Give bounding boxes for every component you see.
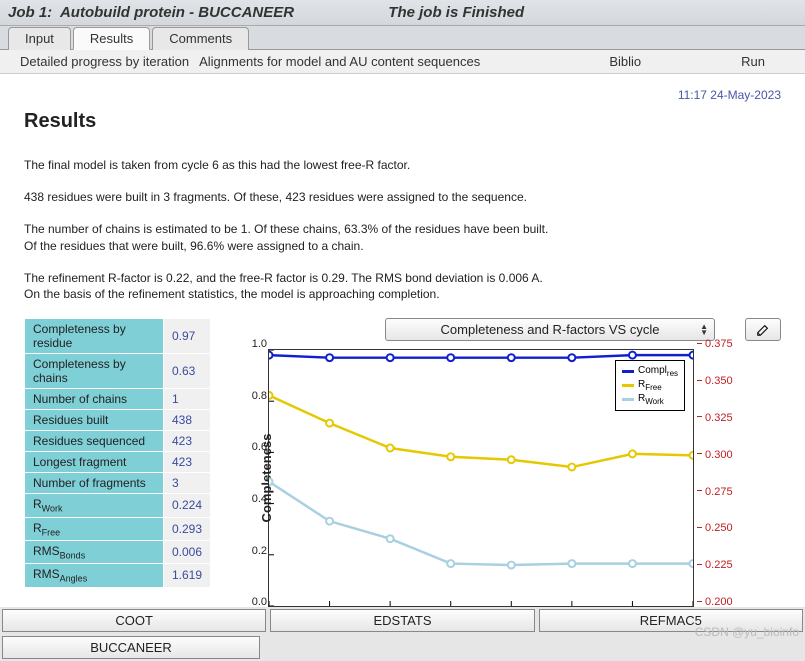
paragraph: The final model is taken from cycle 6 as… (24, 157, 781, 173)
buccaneer-button[interactable]: BUCCANEER (2, 636, 260, 659)
stat-label: Residues built (25, 410, 164, 431)
table-row: Completeness by residue0.97 (25, 319, 211, 354)
table-row: Residues built438 (25, 410, 211, 431)
pencil-icon (756, 323, 770, 337)
edstats-button[interactable]: EDSTATS (270, 609, 534, 632)
content-panel: 11:17 24-May-2023 Results The final mode… (0, 74, 805, 626)
stat-value: 0.97 (164, 319, 211, 354)
tab-bar: Input Results Comments (0, 26, 805, 50)
table-row: RWork0.224 (25, 494, 211, 517)
table-row: Number of chains1 (25, 389, 211, 410)
stat-label: Completeness by chains (25, 354, 164, 389)
paragraph: The number of chains is estimated to be … (24, 221, 781, 253)
job-name: Autobuild protein - BUCCANEER (60, 4, 294, 21)
job-status: The job is Finished (388, 4, 524, 21)
stat-value: 0.293 (164, 517, 211, 540)
stat-label: Number of chains (25, 389, 164, 410)
stat-label: RFree (25, 517, 164, 540)
chart-plot: Completeness Cycle 0.00.20.40.60.81.0 0.… (268, 349, 694, 607)
table-row: Number of fragments3 (25, 473, 211, 494)
stat-value: 438 (164, 410, 211, 431)
table-row: RMSAngles1.619 (25, 564, 211, 587)
tab-comments[interactable]: Comments (152, 27, 249, 50)
chart-selector-dropdown[interactable]: Completeness and R-factors VS cycle ▲▼ (385, 318, 715, 341)
stat-label: RMSBonds (25, 540, 164, 563)
y2-axis-ticks: 0.2000.2250.2500.2750.3000.3250.3500.375 (697, 344, 735, 602)
stat-label: Number of fragments (25, 473, 164, 494)
legend-item: RFree (622, 379, 678, 392)
stat-label: Completeness by residue (25, 319, 164, 354)
stat-label: RMSAngles (25, 564, 164, 587)
submenu-biblio[interactable]: Biblio (609, 54, 641, 69)
chart-selector-label: Completeness and R-factors VS cycle (441, 322, 660, 337)
job-prefix: Job 1: (8, 4, 52, 21)
watermark: CSDN @yu_bioinfo (695, 625, 799, 639)
page-title: Results (24, 110, 781, 133)
paragraph: 438 residues were built in 3 fragments. … (24, 189, 781, 205)
table-row: RMSBonds0.006 (25, 540, 211, 563)
stat-value: 1.619 (164, 564, 211, 587)
stats-table: Completeness by residue0.97Completeness … (24, 318, 211, 588)
stat-label: RWork (25, 494, 164, 517)
stat-value: 0.63 (164, 354, 211, 389)
stat-value: 423 (164, 431, 211, 452)
timestamp: 11:17 24-May-2023 (24, 88, 781, 102)
submenu-detailed-progress[interactable]: Detailed progress by iteration (20, 54, 189, 69)
submenu-alignments[interactable]: Alignments for model and AU content sequ… (199, 54, 480, 69)
stat-value: 0.224 (164, 494, 211, 517)
chart-area: Completeness and R-factors VS cycle ▲▼ C… (223, 318, 781, 607)
tab-input[interactable]: Input (8, 27, 71, 50)
dropdown-arrows-icon: ▲▼ (700, 324, 708, 336)
tab-results[interactable]: Results (73, 27, 150, 50)
stat-label: Longest fragment (25, 452, 164, 473)
table-row: Completeness by chains0.63 (25, 354, 211, 389)
legend-item: RWork (622, 393, 678, 406)
chart-legend: ComplresRFreeRWork (615, 360, 685, 411)
submenu-bar: Detailed progress by iteration Alignment… (0, 50, 805, 74)
stat-label: Residues sequenced (25, 431, 164, 452)
bottom-button-bar: COOT EDSTATS REFMAC5 BUCCANEER (0, 607, 805, 661)
coot-button[interactable]: COOT (2, 609, 266, 632)
submenu-run[interactable]: Run (741, 54, 765, 69)
table-row: Longest fragment423 (25, 452, 211, 473)
edit-chart-button[interactable] (745, 318, 781, 341)
stat-value: 1 (164, 389, 211, 410)
stat-value: 3 (164, 473, 211, 494)
stat-value: 0.006 (164, 540, 211, 563)
y-axis-ticks: 0.00.20.40.60.81.0 (241, 344, 267, 602)
table-row: Residues sequenced423 (25, 431, 211, 452)
stat-value: 423 (164, 452, 211, 473)
table-row: RFree0.293 (25, 517, 211, 540)
paragraph: The refinement R-factor is 0.22, and the… (24, 270, 781, 302)
legend-item: Complres (622, 365, 678, 378)
title-bar: Job 1: Autobuild protein - BUCCANEER The… (0, 0, 805, 26)
